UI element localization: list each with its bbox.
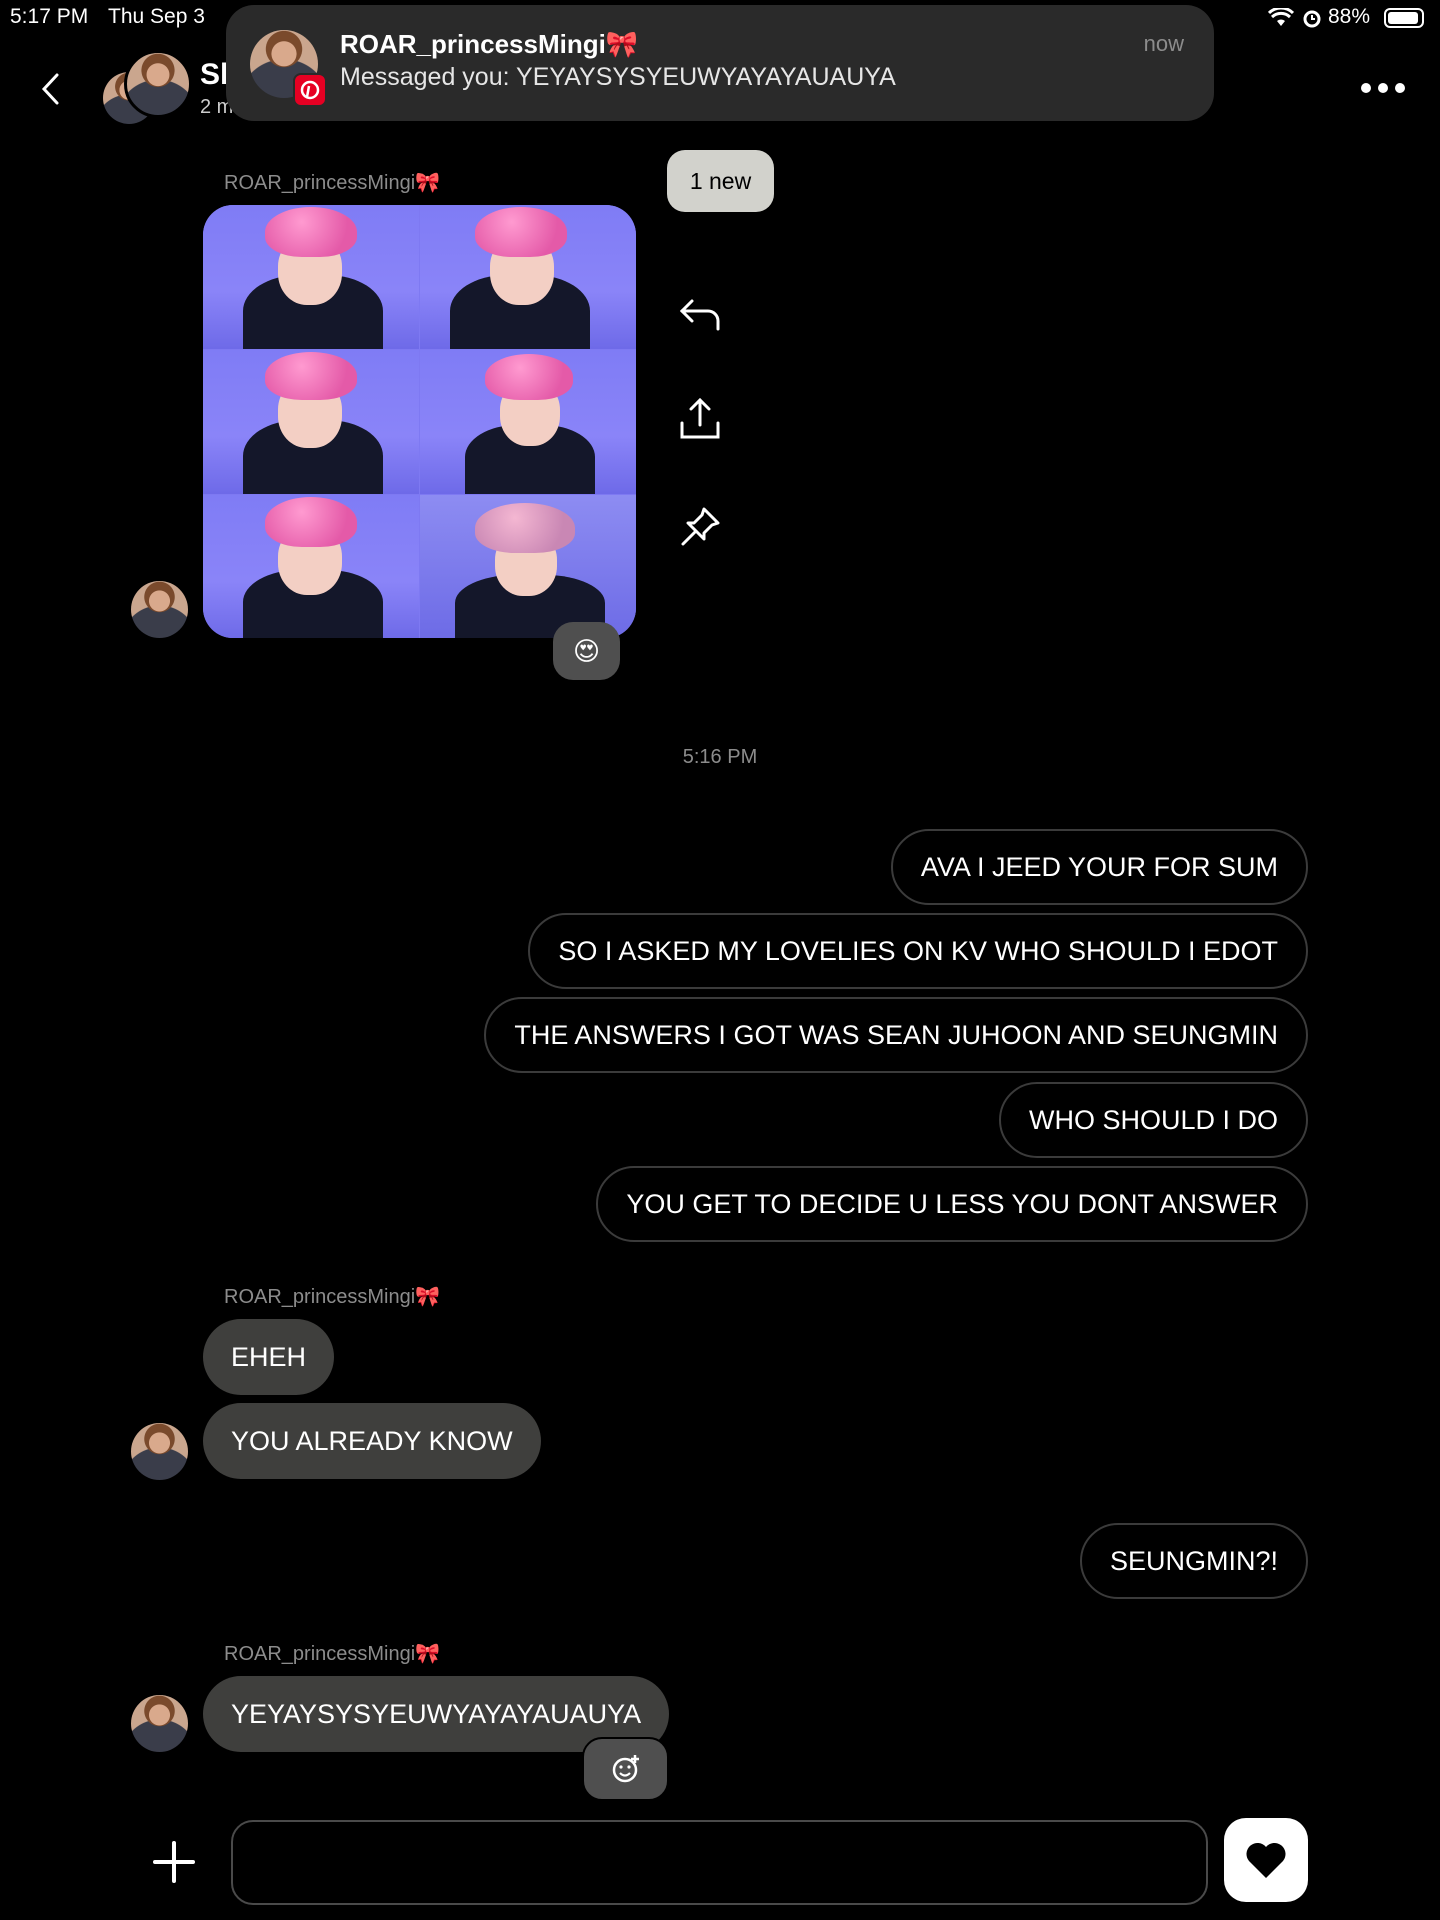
status-date: Thu Sep 3 [108, 5, 205, 28]
alarm-icon [1302, 8, 1322, 33]
pin-icon [681, 507, 720, 546]
heart-icon [1246, 1842, 1286, 1878]
more-dots-icon [1361, 83, 1405, 93]
incoming-message[interactable]: YOU ALREADY KNOW [203, 1403, 541, 1479]
pin-button[interactable] [672, 502, 728, 552]
reply-icon [679, 299, 720, 331]
battery-icon [1384, 8, 1424, 28]
reply-button[interactable] [672, 290, 728, 340]
sender-avatar[interactable] [131, 581, 188, 638]
more-options-button[interactable] [1358, 68, 1408, 108]
new-messages-badge[interactable]: 1 new [667, 150, 774, 212]
notification-banner[interactable]: ROAR_princessMingi🎀 Messaged you: YEYAYS… [226, 5, 1214, 121]
add-reaction-button[interactable] [582, 1737, 669, 1801]
sender-avatar[interactable] [131, 1423, 188, 1480]
add-attachment-button[interactable] [148, 1836, 200, 1888]
photo-reaction[interactable]: 😍 [553, 622, 620, 680]
notification-title: ROAR_princessMingi🎀 [340, 29, 639, 59]
share-icon [680, 397, 720, 439]
sender-name: ROAR_princessMingi🎀 [224, 1286, 441, 1308]
outgoing-message[interactable]: THE ANSWERS I GOT WAS SEAN JUHOON AND SE… [484, 997, 1308, 1073]
outgoing-message[interactable]: YOU GET TO DECIDE U LESS YOU DONT ANSWER [596, 1166, 1308, 1242]
incoming-message[interactable]: EHEH [203, 1319, 335, 1395]
battery-percent: 88% [1328, 5, 1371, 28]
message-timestamp: 5:16 PM [682, 746, 758, 768]
sender-name: ROAR_princessMingi🎀 [224, 172, 441, 194]
pinterest-icon [293, 73, 327, 107]
share-button[interactable] [672, 394, 728, 444]
plus-icon [153, 1841, 195, 1883]
outgoing-message[interactable]: SO I ASKED MY LOVELIES ON KV WHO SHOULD … [528, 913, 1308, 989]
status-time: 5:17 PM [10, 5, 89, 28]
shared-photo-grid[interactable] [203, 205, 636, 638]
outgoing-message[interactable]: SEUNGMIN?! [1079, 1523, 1308, 1599]
message-input[interactable] [231, 1820, 1208, 1905]
group-avatar-front[interactable] [124, 50, 192, 118]
notification-body: Messaged you: YEYAYSYSYEUWYAYAYAUAUYA [340, 63, 896, 91]
wifi-icon [1267, 6, 1295, 33]
sender-name: ROAR_princessMingi🎀 [224, 1643, 441, 1665]
add-emoji-icon [612, 1755, 639, 1783]
notification-time: now [1143, 31, 1184, 56]
chevron-left-icon [41, 73, 59, 105]
sender-avatar[interactable] [131, 1695, 188, 1752]
outgoing-message[interactable]: WHO SHOULD I DO [998, 1082, 1308, 1158]
outgoing-message[interactable]: AVA I JEED YOUR FOR SUM [890, 829, 1308, 905]
like-button[interactable] [1224, 1818, 1308, 1902]
back-button[interactable] [30, 66, 70, 112]
